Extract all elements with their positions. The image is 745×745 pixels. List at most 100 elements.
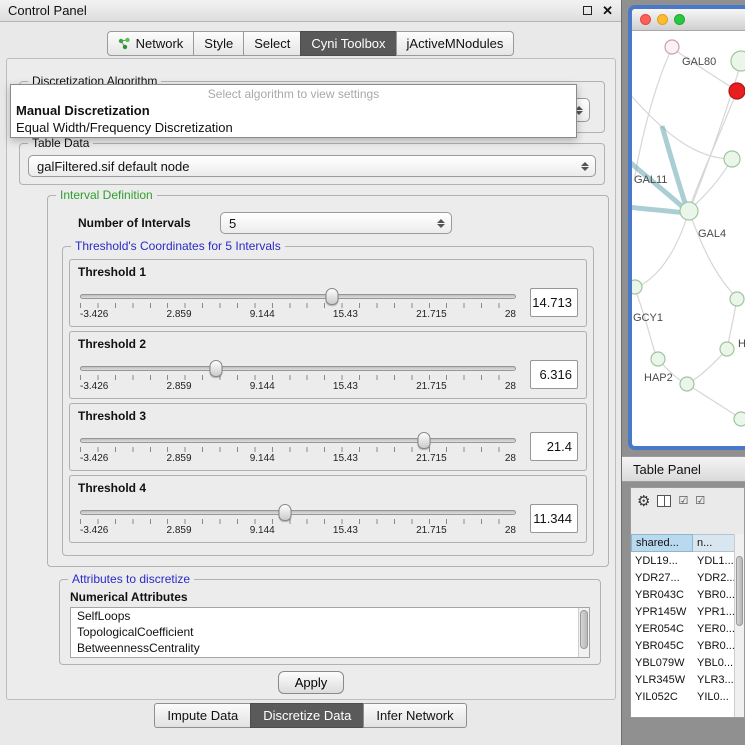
cell[interactable]: YIL052C xyxy=(631,691,693,703)
node[interactable] xyxy=(651,352,665,366)
node-label: GCY1 xyxy=(633,312,663,324)
slider-thumb[interactable] xyxy=(278,504,291,521)
columns-icon[interactable] xyxy=(657,495,671,507)
slider-track[interactable] xyxy=(80,510,516,515)
table-row[interactable]: YIL052CYIL0... xyxy=(631,688,744,705)
threshold-panel: Threshold 3 -3.4262.8599.14415.4321.7152… xyxy=(69,403,587,471)
tab-cyni-toolbox[interactable]: Cyni Toolbox xyxy=(300,31,396,56)
tab-style[interactable]: Style xyxy=(193,31,244,56)
threshold-panel: Threshold 2 -3.4262.8599.14415.4321.7152… xyxy=(69,331,587,399)
table-row[interactable]: YLR345WYLR3... xyxy=(631,671,744,688)
slider-ticks xyxy=(80,303,516,308)
table-row[interactable]: YPR145WYPR1... xyxy=(631,603,744,620)
table-panel-window: ⚙ ☑ ☑ shared... n... YDL19...YDL1... YDR… xyxy=(630,487,745,718)
scrollbar-thumb[interactable] xyxy=(580,610,588,649)
cell[interactable]: YBL079W xyxy=(631,657,693,669)
number-of-intervals-combobox[interactable]: 5 xyxy=(220,212,452,234)
node[interactable] xyxy=(665,40,679,54)
combobox-value: 5 xyxy=(229,216,435,231)
threshold-value-field[interactable]: 21.4 xyxy=(530,432,578,461)
scrollbar-thumb[interactable] xyxy=(736,556,743,626)
cell[interactable]: YLR345W xyxy=(631,674,693,686)
slider-thumb[interactable] xyxy=(209,360,222,377)
select-all-checkbox-icon[interactable]: ☑ xyxy=(678,496,688,507)
tick-label: 28 xyxy=(505,453,516,464)
close-traffic-light-icon[interactable] xyxy=(640,14,651,25)
attributes-list[interactable]: SelfLoops TopologicalCoefficient Between… xyxy=(70,607,590,658)
tab-network[interactable]: Network xyxy=(107,31,195,56)
slider-ticks xyxy=(80,447,516,452)
node[interactable] xyxy=(724,151,740,167)
threshold-slider[interactable]: -3.4262.8599.14415.4321.71528 xyxy=(78,356,518,392)
selected-node[interactable] xyxy=(729,83,745,99)
threshold-panel: Threshold 4 -3.4262.8599.14415.4321.7152… xyxy=(69,475,587,543)
threshold-value-field[interactable]: 11.344 xyxy=(530,504,578,533)
table-row[interactable]: YBR043CYBR0... xyxy=(631,586,744,603)
table-row[interactable]: YDL19...YDL1... xyxy=(631,552,744,569)
table-row[interactable]: YDR27...YDR2... xyxy=(631,569,744,586)
tick-label: 9.144 xyxy=(250,525,275,536)
tick-label: 28 xyxy=(505,525,516,536)
node[interactable] xyxy=(680,202,698,220)
slider-track[interactable] xyxy=(80,366,516,371)
minimize-traffic-light-icon[interactable] xyxy=(657,14,668,25)
select-columns-checkbox-icon[interactable]: ☑ xyxy=(695,496,705,507)
tab-impute-data[interactable]: Impute Data xyxy=(154,703,251,728)
table-data-combobox[interactable]: galFiltered.sif default node xyxy=(28,155,596,177)
cell[interactable]: YER054C xyxy=(631,623,693,635)
threshold-slider[interactable]: -3.4262.8599.14415.4321.71528 xyxy=(78,500,518,536)
cell[interactable]: YDL19... xyxy=(631,555,693,567)
node[interactable] xyxy=(731,51,745,71)
apply-button[interactable]: Apply xyxy=(278,671,345,694)
node-label: GAL11 xyxy=(634,174,667,186)
slider-thumb[interactable] xyxy=(325,288,338,305)
cell[interactable]: YBR045C xyxy=(631,640,693,652)
tick-label: 15.43 xyxy=(333,525,358,536)
dropdown-placeholder: Select algorithm to view settings xyxy=(11,85,576,102)
list-scrollbar[interactable] xyxy=(578,608,589,657)
node-label: H xyxy=(738,338,745,350)
cell[interactable]: YDR27... xyxy=(631,572,693,584)
threshold-label: Threshold 1 xyxy=(78,265,578,279)
gear-icon[interactable]: ⚙ xyxy=(637,494,650,509)
slider-thumb[interactable] xyxy=(417,432,430,449)
node[interactable] xyxy=(720,342,734,356)
list-item[interactable]: BetweennessCentrality xyxy=(71,640,589,656)
tab-label: Infer Network xyxy=(376,708,453,723)
zoom-traffic-light-icon[interactable] xyxy=(674,14,685,25)
node[interactable] xyxy=(730,292,744,306)
tab-select[interactable]: Select xyxy=(243,31,301,56)
close-icon[interactable]: ✕ xyxy=(602,3,613,19)
table-row[interactable]: YBR045CYBR0... xyxy=(631,637,744,654)
table-scrollbar[interactable] xyxy=(734,534,744,718)
attributes-group: Attributes to discretize Numerical Attri… xyxy=(59,579,601,665)
list-item[interactable]: SelfLoops xyxy=(71,608,589,624)
tab-jactivemnodules[interactable]: jActiveMNodules xyxy=(396,31,515,56)
cell[interactable]: YBR043C xyxy=(631,589,693,601)
table-toolbar: ⚙ ☑ ☑ xyxy=(631,488,744,514)
tab-discretize-data[interactable]: Discretize Data xyxy=(250,703,364,728)
node[interactable] xyxy=(734,412,745,426)
threshold-slider[interactable]: -3.4262.8599.14415.4321.71528 xyxy=(78,428,518,464)
threshold-label: Threshold 2 xyxy=(78,337,578,351)
network-canvas[interactable]: GAL80 GAL11 GAL4 GCY1 HAP2 H xyxy=(632,31,745,446)
column-header-shared-name[interactable]: shared... xyxy=(631,534,693,552)
tab-infer-network[interactable]: Infer Network xyxy=(363,703,466,728)
slider-track[interactable] xyxy=(80,294,516,299)
tick-label: -3.426 xyxy=(80,453,108,464)
dropdown-option-equal-width-frequency[interactable]: Equal Width/Frequency Discretization xyxy=(11,119,576,136)
threshold-value-field[interactable]: 14.713 xyxy=(530,288,578,317)
tab-label: Discretize Data xyxy=(263,708,351,723)
node[interactable] xyxy=(680,377,694,391)
table-row[interactable]: YER054CYER0... xyxy=(631,620,744,637)
threshold-value-field[interactable]: 6.316 xyxy=(530,360,578,389)
cell[interactable]: YPR145W xyxy=(631,606,693,618)
dropdown-option-manual-discretization[interactable]: Manual Discretization xyxy=(11,102,576,119)
table-row[interactable]: YBL079WYBL0... xyxy=(631,654,744,671)
list-item[interactable]: TopologicalCoefficient xyxy=(71,624,589,640)
slider-track[interactable] xyxy=(80,438,516,443)
node[interactable] xyxy=(632,280,642,294)
float-window-icon[interactable] xyxy=(583,6,592,15)
number-of-intervals-label: Number of Intervals xyxy=(78,216,191,230)
threshold-slider[interactable]: -3.4262.8599.14415.4321.71528 xyxy=(78,284,518,320)
